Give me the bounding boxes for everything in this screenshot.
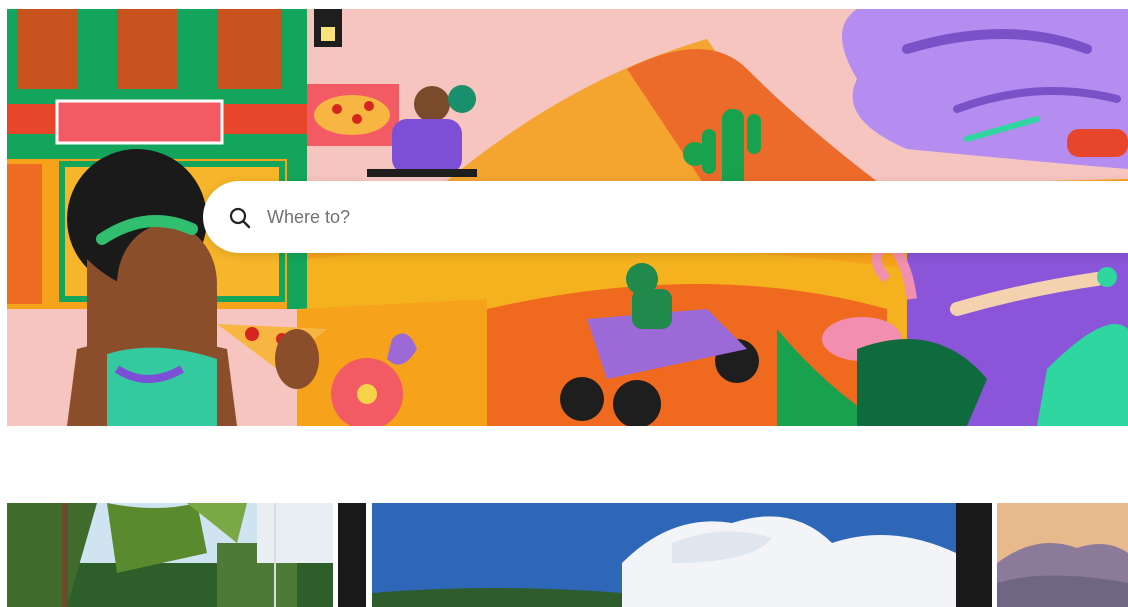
tropical-palms-photo bbox=[7, 503, 333, 607]
photo-card[interactable] bbox=[997, 503, 1128, 607]
hero-banner bbox=[7, 9, 1128, 426]
search-bar[interactable] bbox=[203, 181, 1128, 253]
search-input[interactable] bbox=[267, 197, 1087, 237]
island-sky-photo bbox=[372, 503, 956, 607]
photo-card[interactable] bbox=[7, 503, 333, 607]
photo-card[interactable] bbox=[956, 503, 992, 607]
mountain-vista-photo bbox=[997, 503, 1128, 607]
photo-card[interactable] bbox=[338, 503, 366, 607]
photo-strip bbox=[0, 503, 1128, 607]
photo-card[interactable] bbox=[372, 503, 956, 607]
search-icon bbox=[228, 206, 252, 230]
